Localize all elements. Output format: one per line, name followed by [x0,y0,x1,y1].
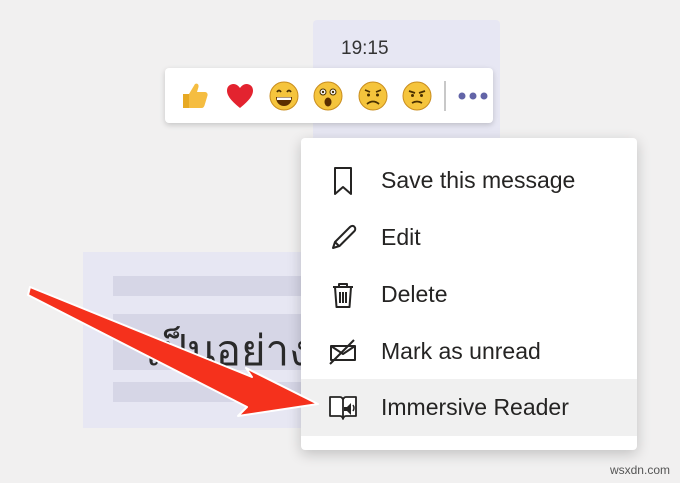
more-options-button[interactable] [454,73,493,118]
trash-icon [326,278,360,312]
reaction-like[interactable] [173,73,217,118]
reaction-angry[interactable] [395,73,439,118]
message-timestamp: 19:15 [341,38,389,59]
sad-icon [358,81,388,110]
unread-icon [326,335,360,369]
menu-item-label: Edit [381,224,421,250]
reaction-surprised[interactable] [306,73,350,118]
menu-item-label: Immersive Reader [381,394,569,420]
menu-item-delete[interactable]: Delete [301,266,637,323]
thumbs-up-icon [183,83,208,108]
pencil-icon [326,221,360,255]
menu-item-edit[interactable]: Edit [301,209,637,266]
surprised-icon [313,81,343,110]
watermark: wsxdn.com [609,463,670,477]
reaction-laugh[interactable] [262,73,306,118]
reaction-bar [165,68,493,123]
laugh-icon [269,81,299,110]
reaction-heart[interactable] [217,73,261,118]
menu-item-mark-unread[interactable]: Mark as unread [301,323,637,380]
menu-item-immersive-reader[interactable]: Immersive Reader [301,379,637,436]
angry-icon [402,81,432,110]
immersive-reader-icon [326,391,360,425]
menu-item-label: Mark as unread [381,338,541,364]
menu-item-label: Save this message [381,167,576,193]
more-options-icon [458,92,488,99]
reaction-divider [443,80,446,111]
reaction-sad[interactable] [351,73,395,118]
message-text: เป็นอย่าง [146,326,306,375]
bookmark-icon [326,164,360,198]
menu-item-save-message[interactable]: Save this message [301,152,637,209]
menu-item-label: Delete [381,281,448,307]
heart-icon [226,83,253,108]
message-context-menu: Save this message Edit Delete Mark as un… [301,138,637,450]
